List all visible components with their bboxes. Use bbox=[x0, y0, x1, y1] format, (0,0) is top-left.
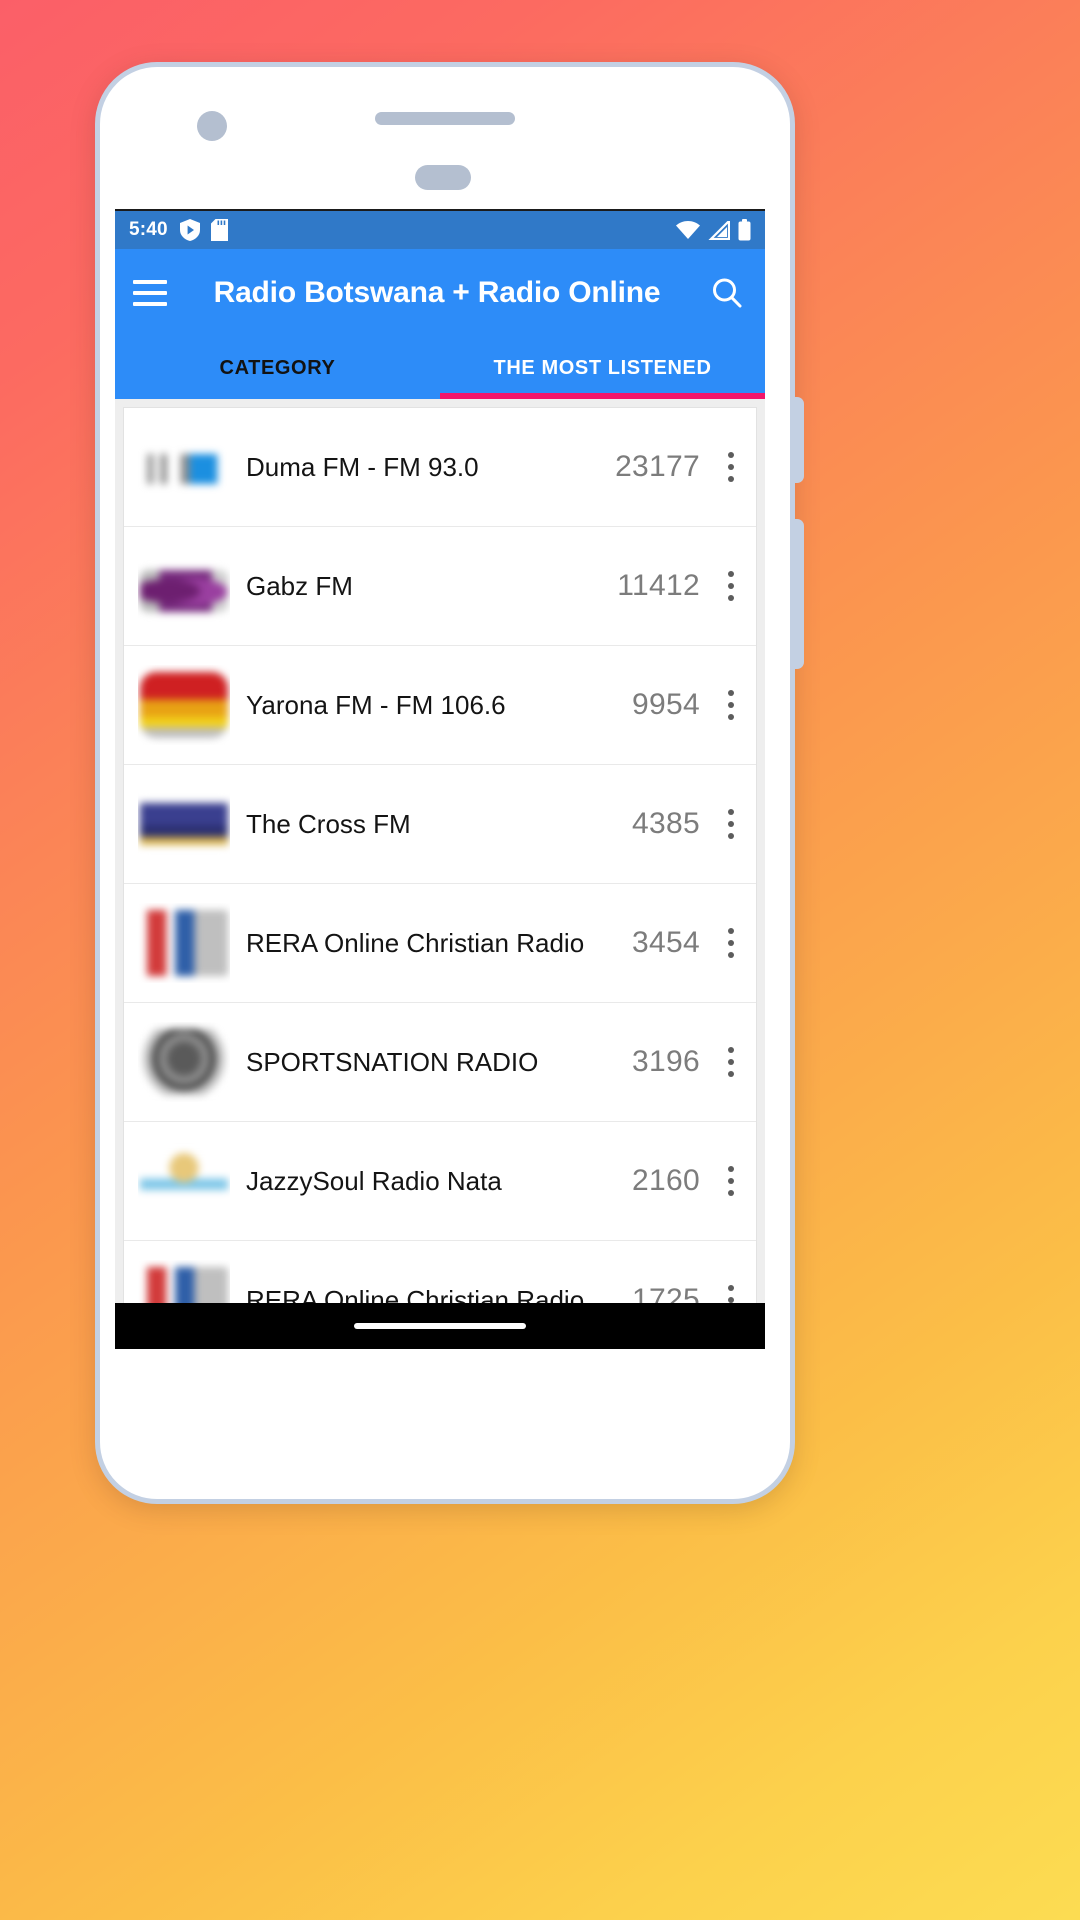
kebab-dot bbox=[728, 464, 734, 470]
station-logo bbox=[138, 427, 230, 507]
station-listen-count: 4385 bbox=[632, 807, 700, 840]
kebab-dot bbox=[728, 952, 734, 958]
station-row[interactable]: SPORTSNATION RADIO 3196 bbox=[124, 1003, 756, 1122]
overflow-menu-icon[interactable] bbox=[714, 1151, 748, 1211]
volume-up-button[interactable] bbox=[790, 397, 804, 483]
tab-active-indicator bbox=[440, 393, 765, 399]
kebab-dot bbox=[728, 1071, 734, 1077]
kebab-dot bbox=[728, 1166, 734, 1172]
station-logo-image bbox=[140, 910, 228, 976]
station-row[interactable]: JazzySoul Radio Nata 2160 bbox=[124, 1122, 756, 1241]
page-background: 5:40 Radio Botswana + Radio Online CATEG… bbox=[0, 0, 1080, 1920]
overflow-menu-icon[interactable] bbox=[714, 556, 748, 616]
kebab-dot bbox=[728, 1190, 734, 1196]
hamburger-line bbox=[133, 280, 167, 284]
shield-play-icon bbox=[179, 219, 200, 241]
kebab-dot bbox=[728, 595, 734, 601]
station-list: Duma FM - FM 93.0 23177 Gabz FM 11412 Yarona… bbox=[123, 407, 757, 1349]
front-camera-icon bbox=[197, 111, 227, 141]
kebab-dot bbox=[728, 833, 734, 839]
status-bar-time: 5:40 bbox=[129, 219, 168, 240]
kebab-dot bbox=[728, 809, 734, 815]
station-listen-count: 2160 bbox=[632, 1164, 700, 1197]
tab-bar: CATEGORY THE MOST LISTENED bbox=[115, 337, 765, 399]
page-title: Radio Botswana + Radio Online bbox=[213, 276, 661, 309]
station-name: Duma FM - FM 93.0 bbox=[246, 451, 479, 482]
kebab-dot bbox=[728, 940, 734, 946]
volume-down-button[interactable] bbox=[790, 519, 804, 669]
kebab-dot bbox=[728, 702, 734, 708]
kebab-dot bbox=[728, 714, 734, 720]
kebab-dot bbox=[728, 1047, 734, 1053]
status-bar-system-icons bbox=[676, 219, 751, 241]
station-logo bbox=[138, 903, 230, 983]
overflow-menu-icon[interactable] bbox=[714, 794, 748, 854]
station-logo-image bbox=[140, 791, 228, 857]
app-bar: Radio Botswana + Radio Online bbox=[115, 249, 765, 337]
kebab-dot bbox=[728, 476, 734, 482]
station-logo-image bbox=[140, 672, 228, 738]
hamburger-menu-icon[interactable] bbox=[133, 280, 167, 306]
search-icon[interactable] bbox=[707, 273, 747, 313]
station-name: Yarona FM - FM 106.6 bbox=[246, 689, 506, 720]
station-logo-image bbox=[140, 1029, 228, 1095]
sd-card-icon bbox=[210, 219, 228, 241]
search-glyph bbox=[713, 278, 742, 308]
overflow-menu-icon[interactable] bbox=[714, 675, 748, 735]
earpiece-speaker bbox=[375, 112, 515, 125]
station-name: The Cross FM bbox=[246, 808, 411, 839]
station-listen-count: 9954 bbox=[632, 688, 700, 721]
wifi-icon bbox=[676, 220, 700, 239]
kebab-dot bbox=[728, 583, 734, 589]
overflow-menu-icon[interactable] bbox=[714, 437, 748, 497]
overflow-menu-icon[interactable] bbox=[714, 1032, 748, 1092]
station-name: Gabz FM bbox=[246, 570, 353, 601]
station-row[interactable]: RERA Online Christian Radio 3454 bbox=[124, 884, 756, 1003]
kebab-dot bbox=[728, 1059, 734, 1065]
station-logo bbox=[138, 784, 230, 864]
kebab-dot bbox=[728, 1178, 734, 1184]
kebab-dot bbox=[728, 1285, 734, 1291]
kebab-dot bbox=[728, 821, 734, 827]
station-row[interactable]: The Cross FM 4385 bbox=[124, 765, 756, 884]
station-listen-count: 3196 bbox=[632, 1045, 700, 1078]
proximity-sensor bbox=[415, 165, 471, 190]
station-logo bbox=[138, 665, 230, 745]
battery-icon bbox=[738, 219, 751, 241]
station-logo bbox=[138, 1022, 230, 1102]
station-list-container[interactable]: Duma FM - FM 93.0 23177 Gabz FM 11412 Yarona… bbox=[115, 399, 765, 1349]
station-logo-image bbox=[140, 454, 228, 484]
overflow-menu-icon[interactable] bbox=[714, 913, 748, 973]
station-name: RERA Online Christian Radio bbox=[246, 927, 585, 958]
home-indicator[interactable] bbox=[354, 1323, 526, 1329]
station-row[interactable]: Yarona FM - FM 106.6 9954 bbox=[124, 646, 756, 765]
tab-category[interactable]: CATEGORY bbox=[115, 337, 440, 399]
station-logo-image bbox=[140, 1148, 228, 1214]
system-navigation-bar bbox=[115, 1303, 765, 1349]
kebab-dot bbox=[728, 690, 734, 696]
status-bar: 5:40 bbox=[115, 211, 765, 249]
kebab-dot bbox=[728, 571, 734, 577]
station-row[interactable]: Gabz FM 11412 bbox=[124, 527, 756, 646]
station-name: SPORTSNATION RADIO bbox=[246, 1046, 539, 1077]
station-logo bbox=[138, 1141, 230, 1221]
station-name: JazzySoul Radio Nata bbox=[246, 1165, 502, 1196]
station-listen-count: 3454 bbox=[632, 926, 700, 959]
station-listen-count: 23177 bbox=[615, 450, 700, 483]
station-listen-count: 11412 bbox=[617, 569, 700, 602]
station-row[interactable]: Duma FM - FM 93.0 23177 bbox=[124, 408, 756, 527]
station-logo-image bbox=[140, 570, 228, 612]
signal-icon bbox=[708, 220, 730, 240]
status-bar-notification-icons bbox=[179, 219, 228, 241]
hamburger-line bbox=[133, 291, 167, 295]
phone-screen: 5:40 Radio Botswana + Radio Online CATEG… bbox=[115, 209, 765, 1349]
tab-the-most-listened[interactable]: THE MOST LISTENED bbox=[440, 337, 765, 399]
phone-mockup: 5:40 Radio Botswana + Radio Online CATEG… bbox=[95, 62, 804, 1504]
hamburger-line bbox=[133, 302, 167, 306]
kebab-dot bbox=[728, 928, 734, 934]
kebab-dot bbox=[728, 452, 734, 458]
station-logo bbox=[138, 546, 230, 626]
